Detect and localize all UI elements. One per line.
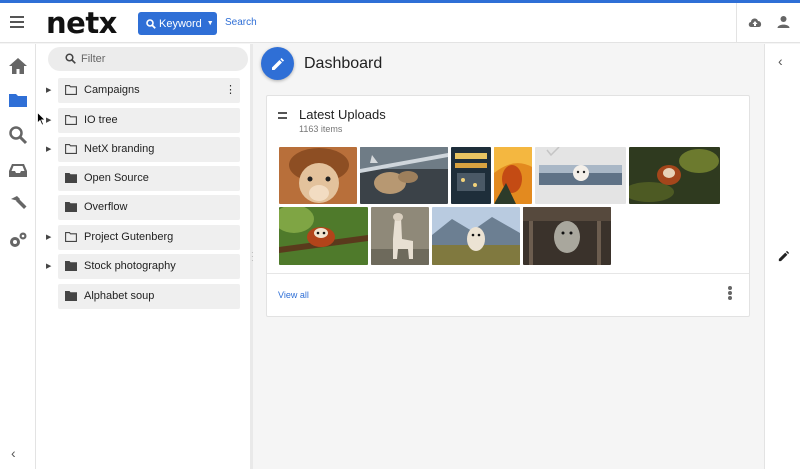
folder-row-stock-photography[interactable]: ▶ Stock photography: [46, 254, 240, 279]
expand-arrow-icon[interactable]: ▶: [46, 116, 51, 124]
folder-name: NetX branding: [84, 143, 155, 155]
folder-row-project-gutenberg[interactable]: ▶ Project Gutenberg: [46, 225, 240, 250]
folder-icon: [65, 291, 77, 301]
folder-outline-icon: [65, 144, 77, 154]
left-nav-rail: ‹: [0, 44, 36, 469]
expand-arrow-icon[interactable]: ▶: [46, 86, 51, 94]
thumbnail-alpaca-fence[interactable]: [523, 207, 611, 265]
expand-arrow-icon[interactable]: ▶: [46, 233, 51, 241]
collapse-left-chevron-icon[interactable]: ‹: [11, 445, 16, 461]
card-menu-icon[interactable]: [728, 286, 732, 300]
expand-arrow-icon[interactable]: ▶: [46, 145, 51, 153]
topbar-divider: [736, 3, 737, 43]
view-all-link[interactable]: View all: [278, 290, 309, 300]
more-options-icon[interactable]: ⋮: [225, 83, 236, 96]
edit-dashboard-button[interactable]: [261, 47, 294, 80]
thumbnail-alpaca-selected[interactable]: [535, 147, 626, 204]
search-link[interactable]: Search: [225, 17, 257, 28]
card-title: Latest Uploads: [299, 107, 386, 122]
folder-outline-icon: [65, 232, 77, 242]
card-divider: [267, 273, 749, 274]
mouse-pointer-icon: [37, 112, 46, 126]
keyword-label: Keyword: [159, 17, 202, 30]
folder-row-open-source[interactable]: Open Source: [58, 166, 240, 191]
search-icon: [65, 53, 76, 64]
page-title: Dashboard: [304, 55, 383, 72]
folder-name: Open Source: [84, 172, 149, 184]
pencil-icon: [272, 58, 284, 70]
folder-name: Campaigns: [84, 84, 140, 96]
folder-icon: [65, 261, 77, 271]
folder-name: Overflow: [84, 201, 128, 213]
folder-row-io-tree[interactable]: ▶ IO tree: [46, 108, 240, 133]
keyword-search-dropdown[interactable]: Keyword ▼: [138, 12, 217, 35]
caret-down-icon: ▼: [206, 20, 214, 27]
search-icon[interactable]: [8, 125, 28, 145]
expand-right-chevron-icon[interactable]: ‹: [778, 53, 783, 69]
thumbnail-red-panda-branch[interactable]: [279, 207, 368, 265]
thumbnail-llama[interactable]: [371, 207, 429, 265]
dashboard-main: Dashboard Latest Uploads 1163 items View…: [253, 44, 764, 469]
search-icon: [146, 18, 156, 29]
folder-icon: [65, 173, 77, 183]
folder-name: Alphabet soup: [84, 290, 155, 302]
hamburger-menu-icon[interactable]: [10, 14, 26, 30]
folder-name: Stock photography: [84, 260, 176, 272]
folder-outline-icon: [65, 115, 77, 125]
pencil-icon[interactable]: [778, 250, 790, 262]
latest-uploads-card: Latest Uploads 1163 items View all: [266, 95, 750, 317]
item-count: 1163 items: [299, 124, 343, 134]
gears-icon[interactable]: [8, 230, 28, 250]
folder-icon: [65, 202, 77, 212]
folder-row-campaigns[interactable]: ▶ Campaigns ⋮: [46, 78, 240, 103]
folder-name: IO tree: [84, 114, 118, 126]
drag-handle-icon[interactable]: [278, 112, 287, 119]
folder-row-alphabet-soup[interactable]: Alphabet soup: [58, 284, 240, 309]
netx-logo: netx: [46, 6, 117, 40]
folder-icon[interactable]: [8, 90, 28, 110]
folder-tree-panel: Filter ▶ Campaigns ⋮ ▶ IO tree ▶ NetX br…: [36, 44, 272, 469]
right-panel-rail: ‹: [764, 44, 800, 469]
folder-name: Project Gutenberg: [84, 231, 174, 243]
folder-filter-input[interactable]: Filter: [48, 47, 248, 71]
thumbnail-alpaca-closeup[interactable]: [279, 147, 357, 204]
home-icon[interactable]: [8, 56, 28, 76]
thumbnail-night-market[interactable]: [451, 147, 491, 204]
folder-row-netx-branding[interactable]: ▶ NetX branding: [46, 137, 240, 162]
folder-outline-icon: [65, 85, 77, 95]
hammer-icon[interactable]: [8, 195, 28, 215]
filter-placeholder: Filter: [81, 53, 106, 65]
thumbnail-alpaca-mountains[interactable]: [432, 207, 520, 265]
thumbnail-red-panda-forest[interactable]: [629, 147, 720, 204]
user-icon[interactable]: [777, 15, 790, 29]
thumbnail-orange-bird[interactable]: [494, 147, 532, 204]
inbox-icon[interactable]: [8, 160, 28, 180]
app-window: netx Keyword ▼ Search ‹ Filter ▶ Campaig…: [0, 0, 800, 469]
thumbnail-dog-car[interactable]: [360, 147, 448, 204]
cloud-upload-icon[interactable]: [747, 15, 763, 29]
expand-arrow-icon[interactable]: ▶: [46, 262, 51, 270]
folder-row-overflow[interactable]: Overflow: [58, 195, 240, 220]
top-bar: netx Keyword ▼ Search: [0, 3, 800, 43]
